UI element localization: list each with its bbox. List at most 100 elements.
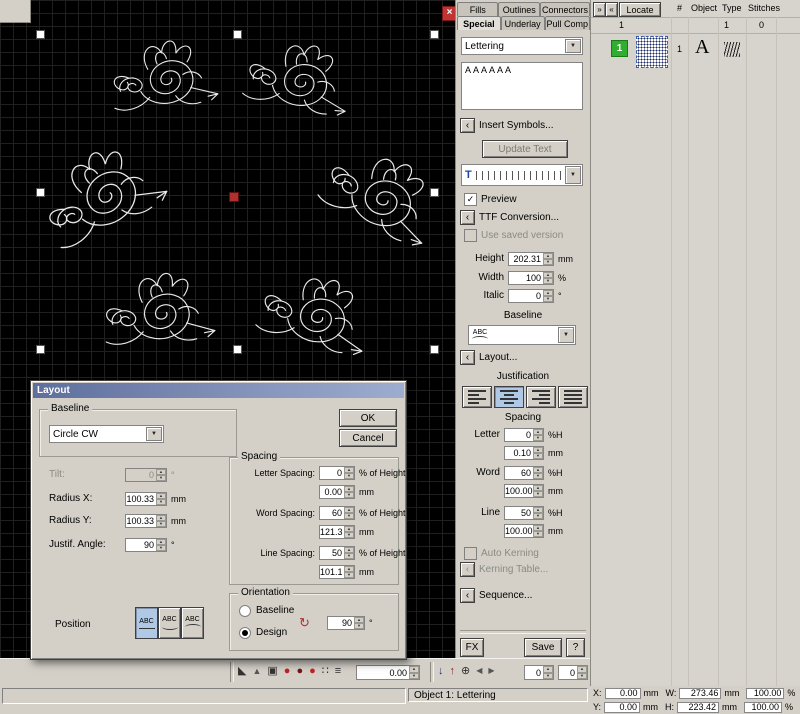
baseline-radio[interactable] xyxy=(239,605,251,617)
spinner-down-icon[interactable] xyxy=(344,492,354,498)
layout-button[interactable]: Layout... xyxy=(479,352,517,363)
letter-spacing-pct-input[interactable]: 0 xyxy=(504,428,544,442)
needle-up-icon[interactable]: ↑ xyxy=(450,664,456,678)
spinner-down-icon[interactable] xyxy=(533,513,543,519)
spinner-down-icon[interactable] xyxy=(533,491,543,497)
spinner[interactable] xyxy=(354,617,364,629)
spinner[interactable] xyxy=(344,526,354,538)
justify-full-button[interactable] xyxy=(558,386,588,408)
design-instance[interactable] xyxy=(29,131,170,254)
rotation-center-handle[interactable] xyxy=(229,192,239,202)
tab-connectors[interactable]: Connectors xyxy=(540,2,590,16)
thread-color-red-icon[interactable]: ● xyxy=(284,664,291,678)
thread-color-maroon-icon[interactable]: ● xyxy=(296,664,303,678)
spinner[interactable] xyxy=(533,525,543,537)
radius-y-input[interactable]: 100.33 xyxy=(125,514,167,528)
word-spacing-mm-input[interactable]: 121.3 xyxy=(319,525,355,539)
spinner-down-icon[interactable] xyxy=(344,553,354,559)
radius-x-input[interactable]: 100.33 xyxy=(125,492,167,506)
collapse-arrow-icon[interactable]: ‹ xyxy=(460,118,475,133)
collapse-arrow-icon[interactable]: ‹ xyxy=(460,210,475,225)
line-spacing-pct-input[interactable]: 50 xyxy=(319,546,355,560)
spinner-down-icon[interactable] xyxy=(543,259,553,265)
position-baseline-below-button[interactable]: ABC xyxy=(181,607,204,639)
column-header-stitches[interactable]: Stitches xyxy=(748,3,780,13)
spinner[interactable] xyxy=(344,486,354,498)
ttf-conversion-button[interactable]: TTF Conversion... xyxy=(479,212,559,223)
spinner[interactable] xyxy=(344,467,354,479)
object-thumbnail[interactable] xyxy=(636,36,668,68)
needle-y-input[interactable]: 0 xyxy=(558,665,588,680)
needle-down-icon[interactable]: ↓ xyxy=(438,664,444,678)
spinner[interactable] xyxy=(543,253,553,265)
spinner-down-icon[interactable] xyxy=(543,278,553,284)
design-instance[interactable] xyxy=(242,35,356,118)
word-spacing-mm-input[interactable]: 100.00 xyxy=(504,484,544,498)
selection-handle[interactable] xyxy=(430,30,439,39)
spinner[interactable] xyxy=(344,547,354,559)
spinner[interactable] xyxy=(533,507,543,519)
spinner[interactable] xyxy=(156,539,166,551)
spinner-down-icon[interactable] xyxy=(533,435,543,441)
marker-icon[interactable]: ⊕ xyxy=(461,664,470,678)
insert-symbols-button[interactable]: Insert Symbols... xyxy=(479,120,553,131)
column-header-number[interactable]: # xyxy=(677,3,682,13)
spinner[interactable] xyxy=(533,467,543,479)
design-instance[interactable] xyxy=(315,136,449,250)
spinner-down-icon[interactable] xyxy=(533,453,543,459)
collapse-panel-icon[interactable]: « xyxy=(605,2,618,17)
spinner-down-icon[interactable] xyxy=(344,572,354,578)
help-button[interactable]: ? xyxy=(566,638,585,657)
selection-handle[interactable] xyxy=(233,30,242,39)
justif-angle-input[interactable]: 90 xyxy=(125,538,167,552)
selection-handle[interactable] xyxy=(430,188,439,197)
add-triangle-icon[interactable]: ▲ xyxy=(252,664,261,678)
spinner[interactable] xyxy=(156,515,166,527)
width-input[interactable]: 100 xyxy=(508,271,554,285)
spinner[interactable] xyxy=(533,429,543,441)
step-back-icon[interactable]: ◀ xyxy=(476,664,482,678)
font-select[interactable]: T xyxy=(461,164,583,186)
selection-handle[interactable] xyxy=(233,345,242,354)
fx-button[interactable]: FX xyxy=(460,638,484,657)
stitch-type-icon[interactable] xyxy=(724,42,740,57)
sequence-button[interactable]: Sequence... xyxy=(479,590,532,601)
collapse-arrow-icon[interactable]: ‹ xyxy=(460,350,475,365)
line-spacing-pct-input[interactable]: 50 xyxy=(504,506,544,520)
letter-spacing-mm-input[interactable]: 0.00 xyxy=(319,485,355,499)
letter-spacing-mm-input[interactable]: 0.10 xyxy=(504,446,544,460)
column-header-object[interactable]: Object xyxy=(691,3,717,13)
stitch-lines-icon[interactable]: ≡ xyxy=(335,664,341,678)
spinner[interactable] xyxy=(156,493,166,505)
column-header-type[interactable]: Type xyxy=(722,3,742,13)
spinner-down-icon[interactable] xyxy=(533,473,543,479)
justify-left-button[interactable] xyxy=(462,386,492,408)
lettering-select[interactable]: Lettering xyxy=(461,37,583,55)
spinner-down-icon[interactable] xyxy=(577,673,587,680)
justify-center-button[interactable] xyxy=(494,386,524,408)
word-spacing-pct-input[interactable]: 60 xyxy=(319,506,355,520)
spinner-down-icon[interactable] xyxy=(409,673,419,680)
pattern-icon[interactable]: ▣ xyxy=(267,664,277,678)
collapse-arrow-icon[interactable]: ‹ xyxy=(460,588,475,603)
spinner[interactable] xyxy=(577,666,587,679)
baseline-select[interactable]: ABC xyxy=(468,325,576,345)
position-baseline-center-button[interactable]: ABC xyxy=(135,607,158,639)
needle-x-input[interactable]: 0 xyxy=(524,665,554,680)
thread-color-red2-icon[interactable]: ● xyxy=(309,664,316,678)
spinner-down-icon[interactable] xyxy=(533,531,543,537)
spinner[interactable] xyxy=(543,290,553,302)
position-baseline-above-button[interactable]: ABC xyxy=(158,607,181,639)
object-order-badge[interactable]: 1 xyxy=(611,40,628,57)
letter-spacing-pct-input[interactable]: 0 xyxy=(319,466,355,480)
step-forward-icon[interactable]: ▶ xyxy=(488,664,494,678)
preview-checkbox[interactable]: ✓ xyxy=(464,193,477,206)
spinner-down-icon[interactable] xyxy=(354,623,364,629)
object-letter-glyph[interactable]: A xyxy=(695,36,709,59)
spinner[interactable] xyxy=(543,666,553,679)
spinner[interactable] xyxy=(533,485,543,497)
lettering-text-input[interactable]: AAAAAA xyxy=(461,62,583,110)
dialog-titlebar[interactable]: Layout xyxy=(33,383,404,398)
dropdown-arrow-icon[interactable] xyxy=(558,327,574,343)
spinner-down-icon[interactable] xyxy=(344,532,354,538)
